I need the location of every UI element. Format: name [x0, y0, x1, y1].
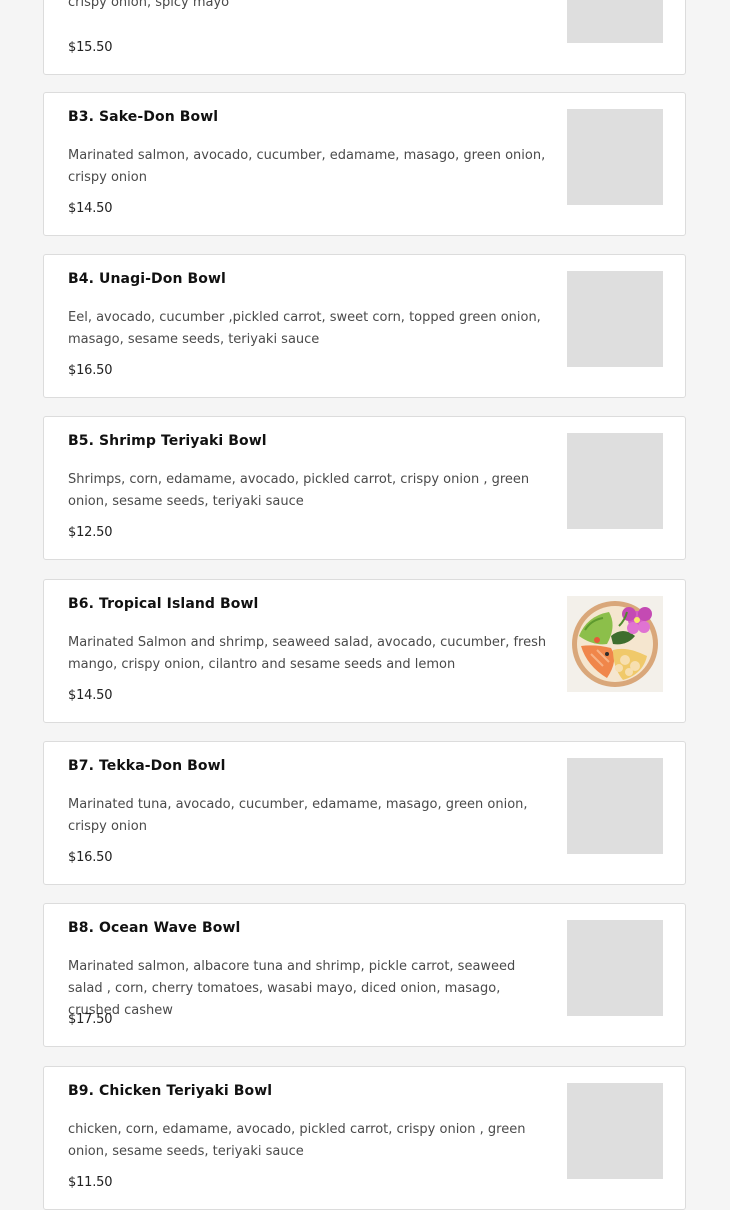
menu-item-name: B5. Shrimp Teriyaki Bowl	[68, 433, 267, 449]
menu-item-image-placeholder	[567, 433, 663, 529]
menu-item-description: Shrimps, corn, edamame, avocado, pickled…	[68, 472, 530, 509]
menu-item-image-placeholder	[567, 109, 663, 205]
menu-item-card[interactable]: B3. Sake-Don Bowl Marinated salmon, avoc…	[43, 92, 686, 236]
menu-item-name: B4. Unagi-Don Bowl	[68, 271, 226, 287]
menu-item-image-placeholder	[567, 1083, 663, 1179]
menu-item-name: B6. Tropical Island Bowl	[68, 596, 259, 612]
menu-item-description: Marinated salmon, avocado, cucumber, eda…	[68, 148, 546, 185]
menu-item-description: Marinated tuna, avocado, cucumber, edama…	[68, 797, 528, 834]
menu-item-name: B3. Sake-Don Bowl	[68, 109, 219, 125]
menu-item-card[interactable]: B5. Shrimp Teriyaki Bowl Shrimps, corn, …	[43, 416, 686, 560]
menu-item-name: B9. Chicken Teriyaki Bowl	[68, 1083, 273, 1099]
menu-item-description: crispy onion, spicy mayo	[68, 0, 230, 10]
menu-item-price: $14.50	[68, 201, 113, 216]
menu-item-card[interactable]: B4. Unagi-Don Bowl Eel, avocado, cucumbe…	[43, 254, 686, 398]
menu-item-price: $17.50	[68, 1012, 113, 1027]
menu-item-price: $11.50	[68, 1175, 113, 1190]
menu-item-card[interactable]: B6. Tropical Island Bowl Marinated Salmo…	[43, 579, 686, 723]
menu-item-description: Eel, avocado, cucumber ,pickled carrot, …	[68, 310, 541, 347]
menu-item-card[interactable]: crispy onion, spicy mayo $15.50	[43, 0, 686, 75]
menu-item-price: $16.50	[68, 850, 113, 865]
menu-item-card[interactable]: B9. Chicken Teriyaki Bowl chicken, corn,…	[43, 1066, 686, 1210]
poke-bowl-photo	[567, 596, 663, 692]
menu-item-description: Marinated Salmon and shrimp, seaweed sal…	[68, 635, 547, 672]
menu-item-image-placeholder	[567, 271, 663, 367]
menu-item-price: $12.50	[68, 525, 113, 540]
menu-item-price: $16.50	[68, 363, 113, 378]
menu-item-name: B8. Ocean Wave Bowl	[68, 920, 241, 936]
menu-item-image-placeholder	[567, 758, 663, 854]
menu-item-description: chicken, corn, edamame, avocado, pickled…	[68, 1122, 526, 1159]
menu-item-price: $14.50	[68, 688, 113, 703]
menu-item-price: $15.50	[68, 40, 113, 55]
menu-item-image-placeholder	[567, 920, 663, 1016]
menu-item-image-placeholder	[567, 0, 663, 43]
menu-item-name: B7. Tekka-Don Bowl	[68, 758, 226, 774]
menu-item-card[interactable]: B8. Ocean Wave Bowl Marinated salmon, al…	[43, 903, 686, 1047]
menu-item-card[interactable]: B7. Tekka-Don Bowl Marinated tuna, avoca…	[43, 741, 686, 885]
menu-item-description: Marinated salmon, albacore tuna and shri…	[68, 959, 516, 1018]
